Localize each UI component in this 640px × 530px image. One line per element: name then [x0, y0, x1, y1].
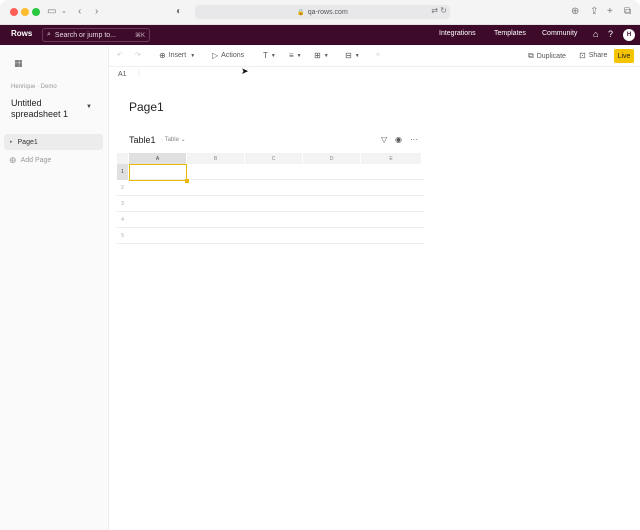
column-header-b[interactable]: B [187, 153, 245, 164]
insert-label: Insert [168, 52, 187, 59]
cell-format-button[interactable]: ⊞ ▼ [314, 51, 329, 60]
back-icon[interactable]: ‹ [78, 5, 81, 19]
row-number[interactable]: 3 [117, 196, 128, 212]
nav-community[interactable]: Community [542, 30, 577, 37]
chevron-down-icon[interactable]: ⌄ [61, 5, 67, 19]
url-text: qa-rows.com [307, 8, 348, 16]
data-icon: ⊟ [345, 51, 352, 60]
text-icon: T [263, 51, 268, 60]
sidebar-item-label: Page1 [17, 138, 38, 146]
align-button[interactable]: ≡ ▼ [289, 51, 302, 60]
help-icon[interactable]: ? [608, 29, 613, 40]
row-number[interactable]: 4 [117, 212, 128, 228]
share-button[interactable]: ⊡ Share [579, 51, 607, 60]
duplicate-label: Duplicate [536, 52, 566, 60]
column-header-c[interactable]: C [245, 153, 303, 164]
spreadsheet-title[interactable]: Untitled spreadsheet 1 [11, 98, 91, 120]
chevron-right-icon: ▸ [10, 139, 13, 145]
caret-down-icon: ▼ [270, 52, 276, 59]
caret-down-icon: ▼ [354, 52, 360, 59]
copy-icon: ⧉ [528, 51, 534, 60]
download-icon[interactable]: ⊕ [571, 5, 579, 19]
table-row[interactable]: 3 [117, 196, 424, 212]
caret-down-icon[interactable]: ▼ [86, 104, 92, 110]
plus-circle-icon: ⊕ [159, 51, 166, 60]
data-format-button[interactable]: ⊟ ▼ [345, 51, 360, 60]
actions-label: Actions [221, 52, 245, 59]
share-label: Share [588, 52, 608, 59]
rows-logo[interactable]: Rows [11, 29, 32, 38]
url-field[interactable]: 🔒 qa-rows.com ⇄ ↻ [195, 5, 450, 19]
column-header-row: A B C D E [117, 153, 422, 164]
cell-format-icon: ⊞ [314, 51, 321, 60]
forward-icon[interactable]: › [95, 5, 98, 19]
add-page-button[interactable]: ⊕ Add Page [9, 155, 51, 166]
close-window-button[interactable] [10, 8, 18, 16]
sidebar-item-page1[interactable]: ▸ Page1 [4, 134, 103, 150]
add-page-label: Add Page [20, 157, 52, 164]
table-row[interactable]: 5 [117, 228, 424, 244]
row-number[interactable]: 5 [117, 228, 128, 244]
share-icon[interactable]: ⇪ [590, 5, 598, 19]
app-header: Rows ⌕ Search or jump to... ⌘K Integrati… [0, 25, 640, 45]
table-title[interactable]: Table1 [129, 135, 156, 145]
gift-icon[interactable]: ⌂ [593, 29, 598, 40]
sidebar-toggle-icon[interactable]: ▭ [47, 5, 56, 19]
zoom-window-button[interactable] [32, 8, 40, 16]
insert-button[interactable]: ⊕ Insert ▼ [159, 51, 195, 60]
spreadsheet-icon[interactable]: ▦ [14, 58, 23, 69]
play-circle-icon: ▷ [212, 51, 219, 60]
duplicate-button[interactable]: ⧉ Duplicate [528, 51, 566, 61]
undo-icon[interactable]: ↶ [117, 51, 123, 59]
mouse-cursor-icon: ➤ [241, 66, 249, 76]
caret-down-icon: ▼ [190, 52, 196, 59]
avatar[interactable]: H [623, 29, 635, 41]
nav-integrations[interactable]: Integrations [439, 30, 476, 37]
editor-toolbar: ↶ ↷ ⊕ Insert ▼ ▷ Actions T ▼ ≡ ▼ ⊞ ▼ ⊟ ▼… [109, 45, 640, 67]
search-input[interactable]: ⌕ Search or jump to... ⌘K [42, 28, 150, 42]
corner-header[interactable] [117, 153, 129, 164]
caret-down-icon: ▼ [296, 52, 302, 59]
sidebar: ▦ Henrique · Demo Untitled spreadsheet 1… [0, 45, 109, 530]
new-tab-icon[interactable]: + [607, 5, 613, 19]
align-icon: ≡ [289, 51, 294, 60]
column-header-a[interactable]: A [129, 153, 187, 164]
column-header-e[interactable]: E [361, 153, 422, 164]
table-type-label: Table [164, 137, 179, 143]
selected-cell[interactable] [129, 164, 189, 183]
row-number[interactable]: 1 [117, 164, 128, 180]
magic-icon[interactable]: ✧ [375, 51, 381, 59]
formula-divider: | [138, 70, 140, 77]
breadcrumb[interactable]: Henrique · Demo [11, 84, 57, 90]
filter-icon[interactable]: ▽ [381, 135, 387, 144]
minimize-window-button[interactable] [21, 8, 29, 16]
tab-overview-icon[interactable]: ⧉ [624, 5, 631, 19]
translate-icon[interactable]: ⇄ [431, 6, 438, 15]
reload-icon[interactable]: ↻ [440, 6, 447, 15]
text-format-button[interactable]: T ▼ [263, 51, 276, 60]
table-type-dropdown[interactable]: · Table ⌄ [161, 136, 186, 143]
fill-handle[interactable] [185, 179, 189, 183]
caret-down-icon: ▼ [323, 52, 329, 59]
search-placeholder: Search or jump to... [54, 31, 117, 39]
actions-button[interactable]: ▷ Actions [212, 51, 244, 60]
cell-reference[interactable]: A1 [118, 71, 127, 78]
search-icon: ⌕ [47, 31, 51, 38]
table-row[interactable]: 2 [117, 180, 424, 196]
lock-icon: ⊡ [579, 51, 586, 60]
redo-icon[interactable]: ↷ [135, 51, 141, 59]
nav-templates[interactable]: Templates [494, 30, 526, 37]
live-button[interactable]: Live [614, 49, 634, 63]
column-header-d[interactable]: D [303, 153, 361, 164]
table-row[interactable]: 4 [117, 212, 424, 228]
plus-circle-icon: ⊕ [9, 155, 17, 165]
shield-icon[interactable]: ◐ [176, 5, 182, 19]
page-title[interactable]: Page1 [129, 100, 164, 114]
search-shortcut: ⌘K [134, 32, 145, 39]
eye-icon[interactable]: ◉ [395, 135, 402, 144]
row-number[interactable]: 2 [117, 180, 128, 196]
more-icon[interactable]: ··· [410, 135, 418, 144]
lock-icon: 🔒 [297, 9, 305, 16]
browser-toolbar: ▭ ⌄ ‹ › ◐ 🔒 qa-rows.com ⇄ ↻ ⊕ ⇪ + ⧉ [0, 0, 640, 25]
